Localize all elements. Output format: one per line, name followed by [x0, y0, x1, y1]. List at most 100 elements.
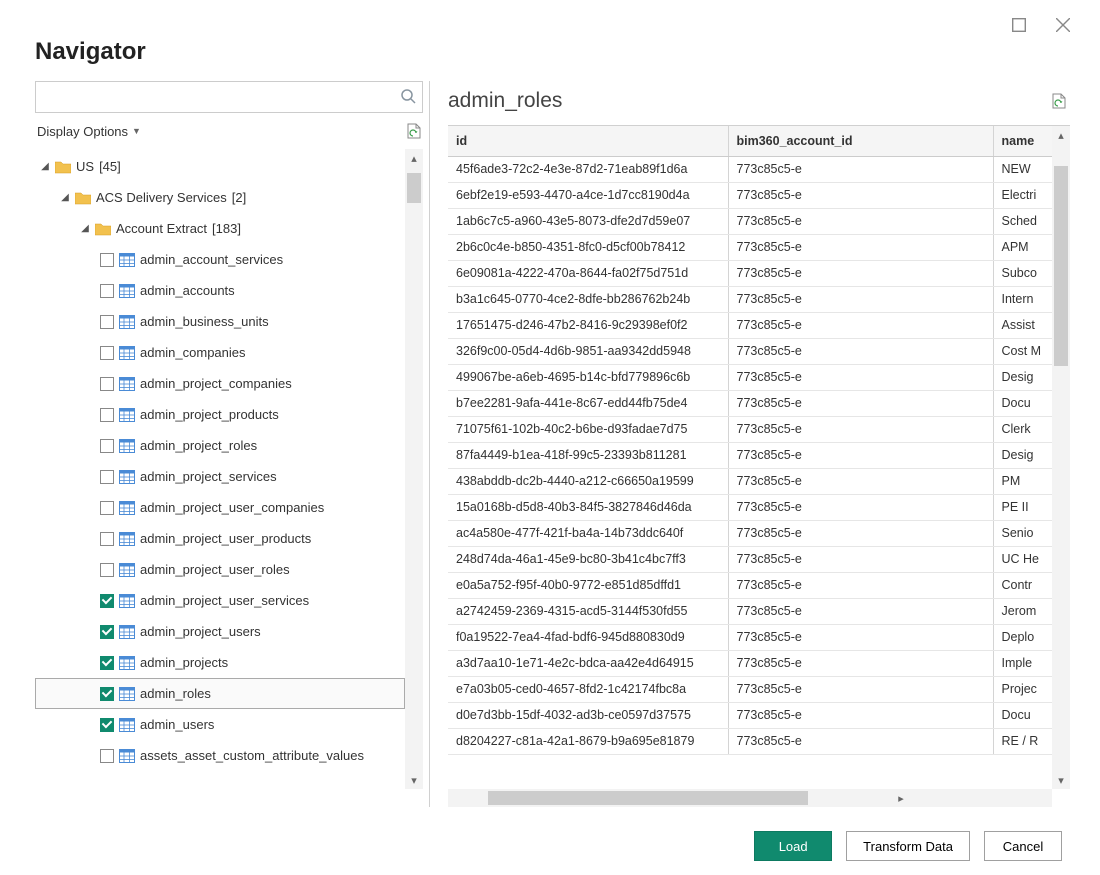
- tree-table-label: admin_project_users: [140, 624, 261, 639]
- scroll-thumb[interactable]: [1054, 166, 1068, 366]
- scroll-up-icon[interactable]: ▴: [405, 149, 423, 167]
- table-row[interactable]: a3d7aa10-1e71-4e2c-bdca-aa42e4d64915773c…: [448, 650, 1052, 676]
- transform-data-button[interactable]: Transform Data: [846, 831, 970, 861]
- checkbox[interactable]: [100, 625, 114, 639]
- column-header-name[interactable]: name: [993, 126, 1052, 156]
- table-row[interactable]: 248d74da-46a1-45e9-bc80-3b41c4bc7ff3773c…: [448, 546, 1052, 572]
- checkbox[interactable]: [100, 532, 114, 546]
- table-row[interactable]: 6e09081a-4222-470a-8644-fa02f75d751d773c…: [448, 260, 1052, 286]
- table-row[interactable]: b3a1c645-0770-4ce2-8dfe-bb286762b24b773c…: [448, 286, 1052, 312]
- dialog-title: Navigator: [20, 38, 1080, 81]
- table-row[interactable]: 45f6ade3-72c2-4e3e-87d2-71eab89f1d6a773c…: [448, 156, 1052, 182]
- tree-table-item[interactable]: admin_accounts: [35, 275, 405, 306]
- scroll-down-icon[interactable]: ▾: [1052, 771, 1070, 789]
- scroll-down-icon[interactable]: ▾: [405, 771, 423, 789]
- collapse-icon[interactable]: ◢: [80, 223, 90, 234]
- checkbox[interactable]: [100, 501, 114, 515]
- grid-horizontal-scrollbar[interactable]: ◂ ▸: [448, 789, 1052, 807]
- search-icon[interactable]: [400, 88, 416, 107]
- checkbox[interactable]: [100, 656, 114, 670]
- checkbox[interactable]: [100, 284, 114, 298]
- refresh-preview-icon[interactable]: [407, 123, 421, 139]
- tree-table-item[interactable]: admin_project_products: [35, 399, 405, 430]
- checkbox[interactable]: [100, 749, 114, 763]
- tree-table-item[interactable]: admin_project_user_roles: [35, 554, 405, 585]
- column-header-acct[interactable]: bim360_account_id: [728, 126, 993, 156]
- checkbox[interactable]: [100, 594, 114, 608]
- table-row[interactable]: a2742459-2369-4315-acd5-3144f530fd55773c…: [448, 598, 1052, 624]
- cell-acct: 773c85c5-e: [728, 390, 993, 416]
- close-icon[interactable]: [1056, 18, 1070, 32]
- load-button[interactable]: Load: [754, 831, 832, 861]
- maximize-icon[interactable]: [1012, 18, 1026, 32]
- table-row[interactable]: 71075f61-102b-40c2-b6be-d93fadae7d75773c…: [448, 416, 1052, 442]
- tree-table-item[interactable]: assets_asset_custom_attribute_values: [35, 740, 405, 771]
- table-row[interactable]: 1ab6c7c5-a960-43e5-8073-dfe2d7d59e07773c…: [448, 208, 1052, 234]
- table-row[interactable]: 499067be-a6eb-4695-b14c-bfd779896c6b773c…: [448, 364, 1052, 390]
- table-row[interactable]: d8204227-c81a-42a1-8679-b9a695e81879773c…: [448, 728, 1052, 754]
- checkbox[interactable]: [100, 346, 114, 360]
- table-row[interactable]: 2b6c0c4e-b850-4351-8fc0-d5cf00b78412773c…: [448, 234, 1052, 260]
- tree-table-item[interactable]: admin_project_companies: [35, 368, 405, 399]
- table-row[interactable]: 15a0168b-d5d8-40b3-84f5-3827846d46da773c…: [448, 494, 1052, 520]
- table-icon: [119, 501, 135, 515]
- tree-folder-account-extract[interactable]: ◢ Account Extract [183]: [35, 213, 405, 244]
- cell-name: Desig: [993, 442, 1052, 468]
- tree-table-item[interactable]: admin_project_services: [35, 461, 405, 492]
- tree-table-item[interactable]: admin_account_services: [35, 244, 405, 275]
- checkbox[interactable]: [100, 377, 114, 391]
- checkbox[interactable]: [100, 687, 114, 701]
- table-row[interactable]: ac4a580e-477f-421f-ba4a-14b73ddc640f773c…: [448, 520, 1052, 546]
- scroll-up-icon[interactable]: ▴: [1052, 126, 1070, 144]
- tree-scrollbar[interactable]: ▴ ▾: [405, 149, 423, 789]
- scroll-thumb[interactable]: [488, 791, 808, 805]
- table-row[interactable]: d0e7d3bb-15df-4032-ad3b-ce0597d37575773c…: [448, 702, 1052, 728]
- cell-name: Intern: [993, 286, 1052, 312]
- refresh-data-icon[interactable]: [1052, 93, 1066, 109]
- tree-table-item[interactable]: admin_roles: [35, 678, 405, 709]
- cell-id: d0e7d3bb-15df-4032-ad3b-ce0597d37575: [448, 702, 728, 728]
- checkbox[interactable]: [100, 439, 114, 453]
- checkbox[interactable]: [100, 563, 114, 577]
- scroll-thumb[interactable]: [407, 173, 421, 203]
- column-header-id[interactable]: id: [448, 126, 728, 156]
- tree-table-item[interactable]: admin_companies: [35, 337, 405, 368]
- cancel-button[interactable]: Cancel: [984, 831, 1062, 861]
- table-row[interactable]: 326f9c00-05d4-4d6b-9851-aa9342dd5948773c…: [448, 338, 1052, 364]
- tree-table-item[interactable]: admin_project_users: [35, 616, 405, 647]
- cell-name: NEW: [993, 156, 1052, 182]
- tree-folder-us[interactable]: ◢ US [45]: [35, 151, 405, 182]
- search-input-container[interactable]: [35, 81, 423, 113]
- tree-table-item[interactable]: admin_business_units: [35, 306, 405, 337]
- grid-vertical-scrollbar[interactable]: ▴ ▾: [1052, 126, 1070, 789]
- cell-acct: 773c85c5-e: [728, 260, 993, 286]
- table-row[interactable]: 6ebf2e19-e593-4470-a4ce-1d7cc8190d4a773c…: [448, 182, 1052, 208]
- collapse-icon[interactable]: ◢: [60, 192, 70, 203]
- cell-id: 6e09081a-4222-470a-8644-fa02f75d751d: [448, 260, 728, 286]
- tree-table-item[interactable]: admin_projects: [35, 647, 405, 678]
- checkbox[interactable]: [100, 253, 114, 267]
- cell-acct: 773c85c5-e: [728, 312, 993, 338]
- table-row[interactable]: b7ee2281-9afa-441e-8c67-edd44fb75de4773c…: [448, 390, 1052, 416]
- cell-acct: 773c85c5-e: [728, 520, 993, 546]
- tree-table-item[interactable]: admin_project_user_companies: [35, 492, 405, 523]
- table-row[interactable]: 17651475-d246-47b2-8416-9c29398ef0f2773c…: [448, 312, 1052, 338]
- table-row[interactable]: 87fa4449-b1ea-418f-99c5-23393b811281773c…: [448, 442, 1052, 468]
- tree-table-item[interactable]: admin_project_user_services: [35, 585, 405, 616]
- checkbox[interactable]: [100, 408, 114, 422]
- table-row[interactable]: e0a5a752-f95f-40b0-9772-e851d85dffd1773c…: [448, 572, 1052, 598]
- checkbox[interactable]: [100, 315, 114, 329]
- checkbox[interactable]: [100, 470, 114, 484]
- table-row[interactable]: f0a19522-7ea4-4fad-bdf6-945d880830d9773c…: [448, 624, 1052, 650]
- table-row[interactable]: 438abddb-dc2b-4440-a212-c66650a19599773c…: [448, 468, 1052, 494]
- table-row[interactable]: e7a03b05-ced0-4657-8fd2-1c42174fbc8a773c…: [448, 676, 1052, 702]
- collapse-icon[interactable]: ◢: [40, 161, 50, 172]
- checkbox[interactable]: [100, 718, 114, 732]
- tree-table-item[interactable]: admin_project_user_products: [35, 523, 405, 554]
- search-input[interactable]: [42, 90, 400, 105]
- tree-table-item[interactable]: admin_users: [35, 709, 405, 740]
- display-options-dropdown[interactable]: Display Options ▼: [37, 124, 141, 139]
- tree-folder-acs[interactable]: ◢ ACS Delivery Services [2]: [35, 182, 405, 213]
- table-icon: [119, 346, 135, 360]
- tree-table-item[interactable]: admin_project_roles: [35, 430, 405, 461]
